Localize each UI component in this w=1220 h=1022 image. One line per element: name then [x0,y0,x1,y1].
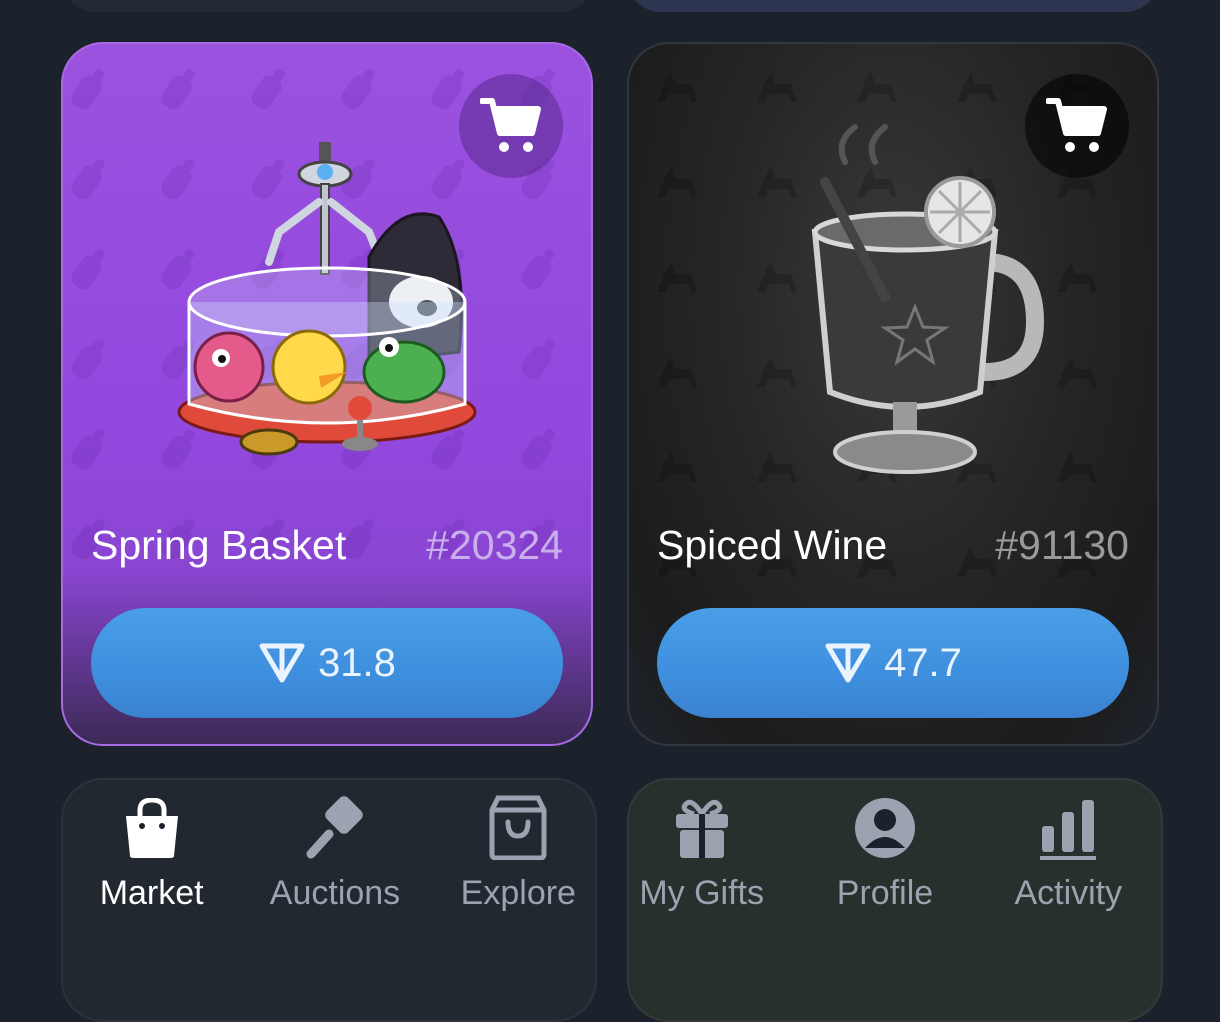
nav-label: Explore [460,874,576,912]
nav-label: Auctions [269,874,401,912]
gift-name-row: Spiced Wine #91130 [657,522,1129,569]
buy-price-button[interactable]: 47.7 [657,608,1129,718]
nav-label: Activity [1014,874,1123,912]
gift-icon [670,790,734,860]
nav-item-activity[interactable]: Activity [977,790,1160,920]
nav-item-explore[interactable]: Explore [427,790,610,920]
price-value: 31.8 [318,640,396,685]
price-value: 47.7 [884,640,962,685]
gift-number: #20324 [426,522,563,568]
profile-icon [853,790,917,860]
ton-icon [259,643,305,683]
gift-name: Spring Basket [91,522,347,568]
nav-label: My Gifts [639,874,764,912]
nav-label: Market [99,874,204,912]
cart-icon [1046,98,1107,152]
gift-name: Spiced Wine [657,522,888,568]
gift-name-row: Spring Basket #20324 [91,522,563,569]
store-bag-icon [486,790,550,860]
previous-card-left [62,0,594,12]
nav-item-market[interactable]: Market [60,790,243,920]
buy-price-button[interactable]: 31.8 [91,608,563,718]
spiced-wine-gift-image [811,124,1045,474]
shopping-bag-icon [120,790,184,860]
nav-label: Profile [836,874,934,912]
bar-chart-icon [1036,790,1100,860]
gift-number: #91130 [995,522,1129,568]
gavel-icon [303,790,367,860]
gift-card-spring-basket[interactable]: Spring Basket #20324 31.8 [61,42,593,746]
claw-machine-gift-image [177,142,477,456]
gift-card-spiced-wine[interactable]: Spiced Wine #91130 47.7 [627,42,1159,746]
cart-icon [480,98,541,152]
bottom-navigation: Market Auctions Explore My Gifts Profile… [60,790,1160,920]
nav-item-my-gifts[interactable]: My Gifts [610,790,793,920]
nav-item-profile[interactable]: Profile [793,790,976,920]
nav-item-auctions[interactable]: Auctions [243,790,426,920]
previous-card-right [627,0,1159,12]
ton-icon [825,643,871,683]
